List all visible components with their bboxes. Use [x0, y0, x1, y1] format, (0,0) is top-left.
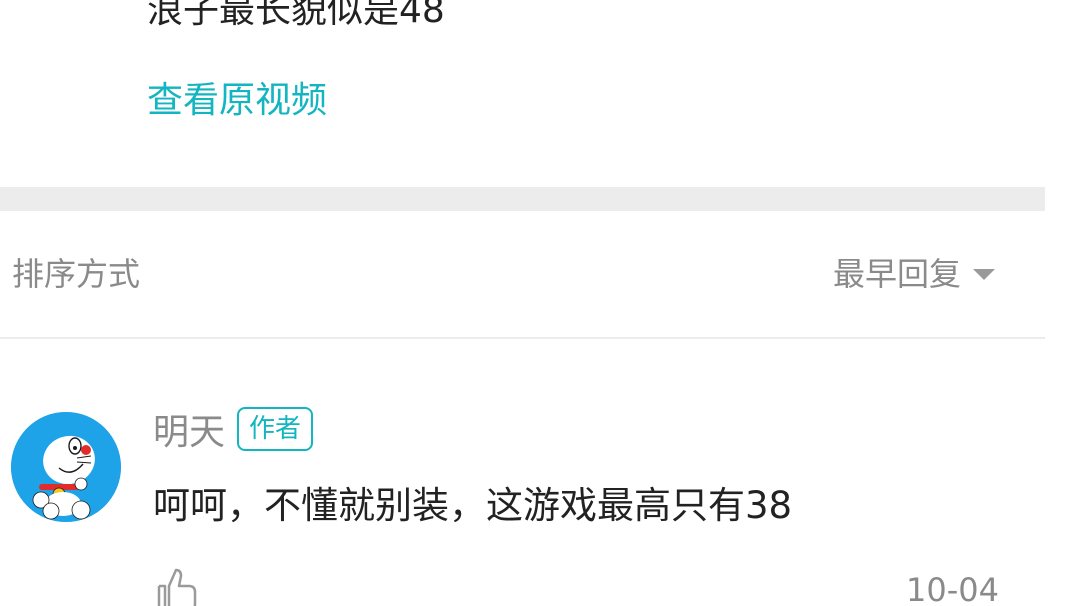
- username-row: 明天 作者: [153, 403, 314, 455]
- sort-order-value: 最早回复: [832, 255, 961, 293]
- comment-date: 10-04: [906, 571, 999, 606]
- sort-label: 排序方式: [12, 255, 141, 293]
- sort-order-dropdown[interactable]: 最早回复: [833, 251, 995, 297]
- comment-text: 呵呵，不懂就别装，这游戏最高只有38: [153, 484, 793, 527]
- sort-bar: 排序方式 最早回复: [0, 211, 1045, 339]
- post-text: 浪子最长貌似是48: [147, 0, 445, 31]
- avatar[interactable]: [11, 412, 121, 522]
- username[interactable]: 明天: [153, 403, 225, 455]
- comment-page: 浪子最长貌似是48 查看原视频 排序方式 最早回复 明天 作者 呵呵，不懂就别装…: [0, 0, 1080, 606]
- author-badge: 作者: [237, 407, 314, 451]
- right-edge: [1045, 0, 1080, 606]
- view-original-video-link[interactable]: 查看原视频: [147, 76, 327, 126]
- caret-down-icon: [973, 268, 995, 280]
- comment-item: 明天 作者 呵呵，不懂就别装，这游戏最高只有38 10-04: [0, 340, 1045, 606]
- doraemon-avatar-icon: [11, 412, 121, 522]
- section-divider: [0, 187, 1045, 211]
- thumbs-up-icon[interactable]: [155, 568, 199, 606]
